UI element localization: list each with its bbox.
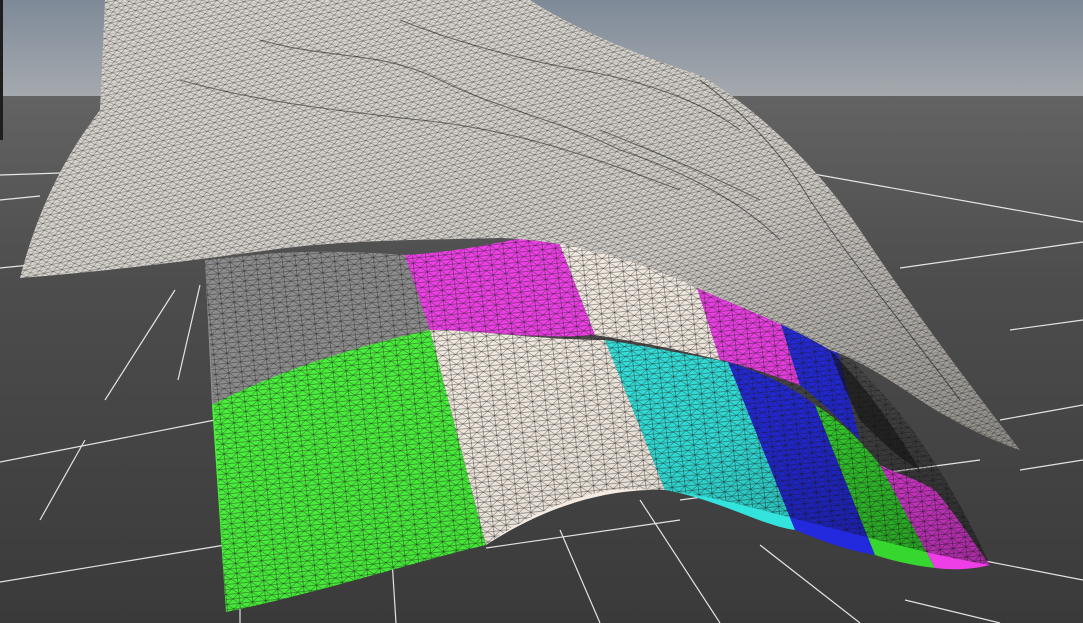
scene-canvas	[0, 0, 1083, 623]
scene-viewport[interactable]	[0, 0, 1083, 623]
left-edge-panel-tab[interactable]	[0, 0, 3, 140]
